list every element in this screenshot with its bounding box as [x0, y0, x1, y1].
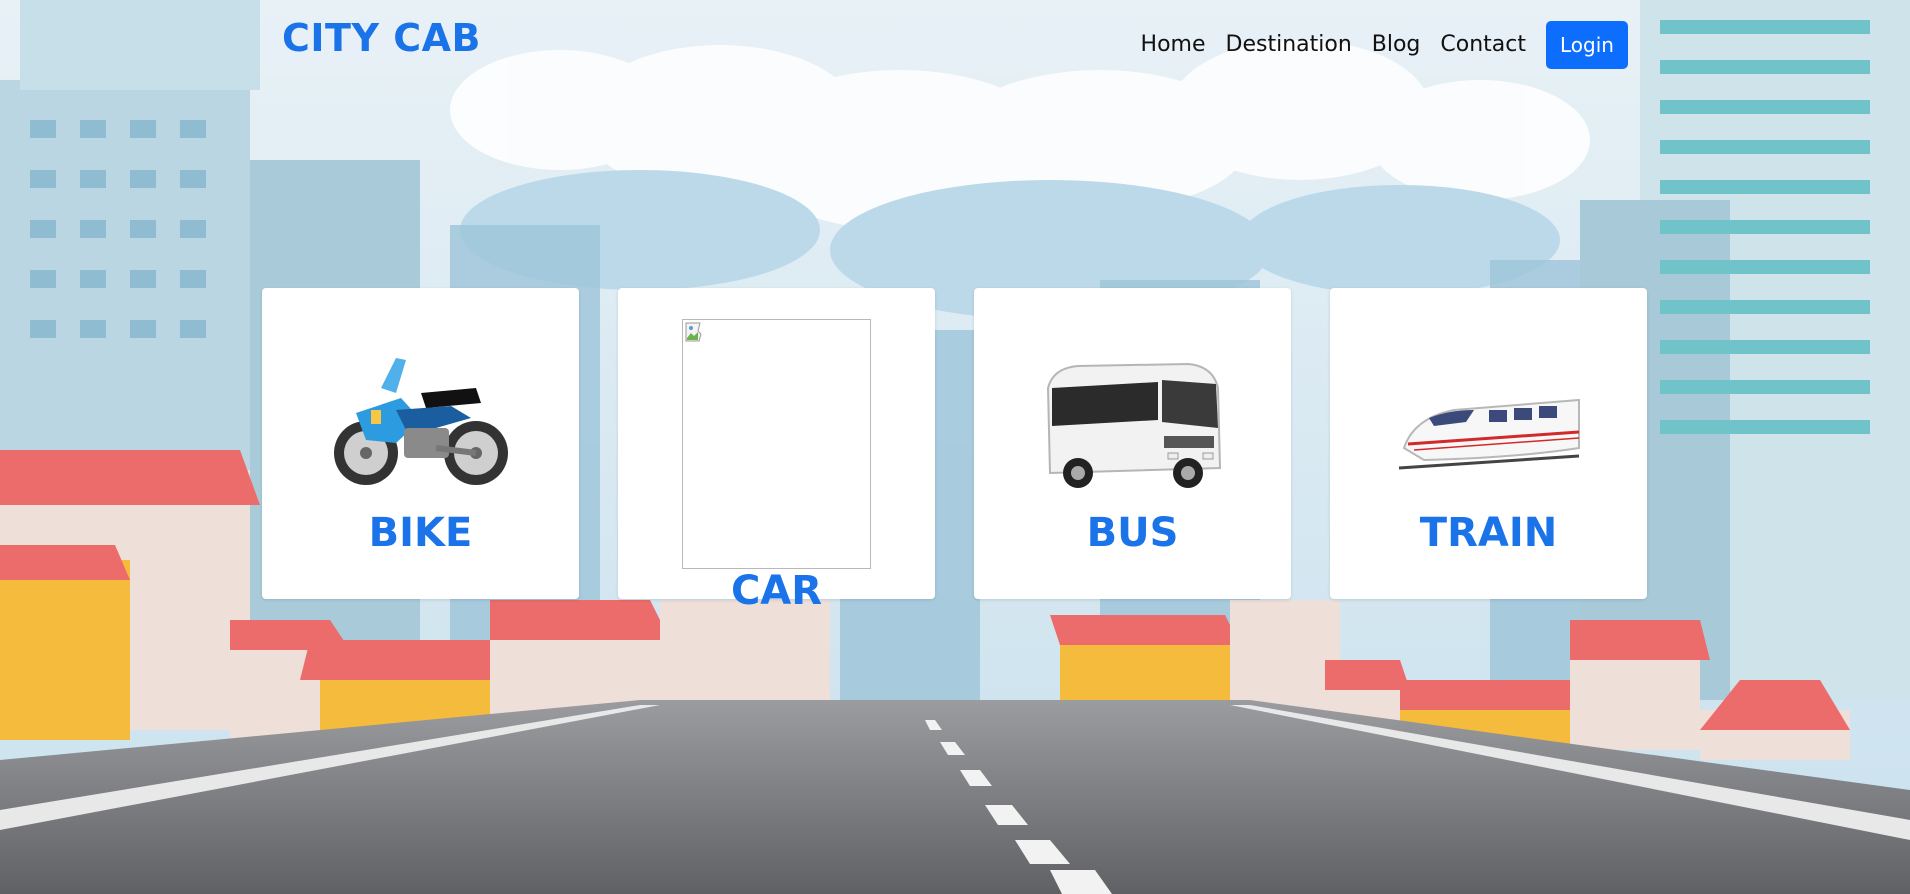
- card-title-train: TRAIN: [1419, 510, 1558, 556]
- login-button[interactable]: Login: [1546, 21, 1628, 69]
- card-train[interactable]: TRAIN: [1330, 288, 1647, 599]
- main-nav: Home Destination Blog Contact Login: [1141, 20, 1628, 70]
- nav-link-home[interactable]: Home: [1141, 20, 1206, 70]
- brand-logo[interactable]: CITY CAB: [282, 16, 481, 60]
- motorcycle-icon: [326, 348, 516, 498]
- card-bike[interactable]: BIKE: [262, 288, 579, 599]
- nav-link-destination[interactable]: Destination: [1226, 20, 1352, 70]
- nav-link-blog[interactable]: Blog: [1372, 20, 1421, 70]
- card-title-bike: BIKE: [368, 510, 473, 556]
- nav-link-contact[interactable]: Contact: [1440, 20, 1526, 70]
- broken-image-icon: [685, 322, 702, 342]
- train-icon: [1394, 348, 1584, 498]
- card-title-bus: BUS: [1086, 510, 1179, 556]
- card-bus[interactable]: BUS: [974, 288, 1291, 599]
- bus-icon: [1038, 348, 1228, 498]
- card-car[interactable]: CAR: [618, 288, 935, 614]
- card-title-car: CAR: [730, 568, 823, 614]
- car-image-broken: [682, 319, 871, 569]
